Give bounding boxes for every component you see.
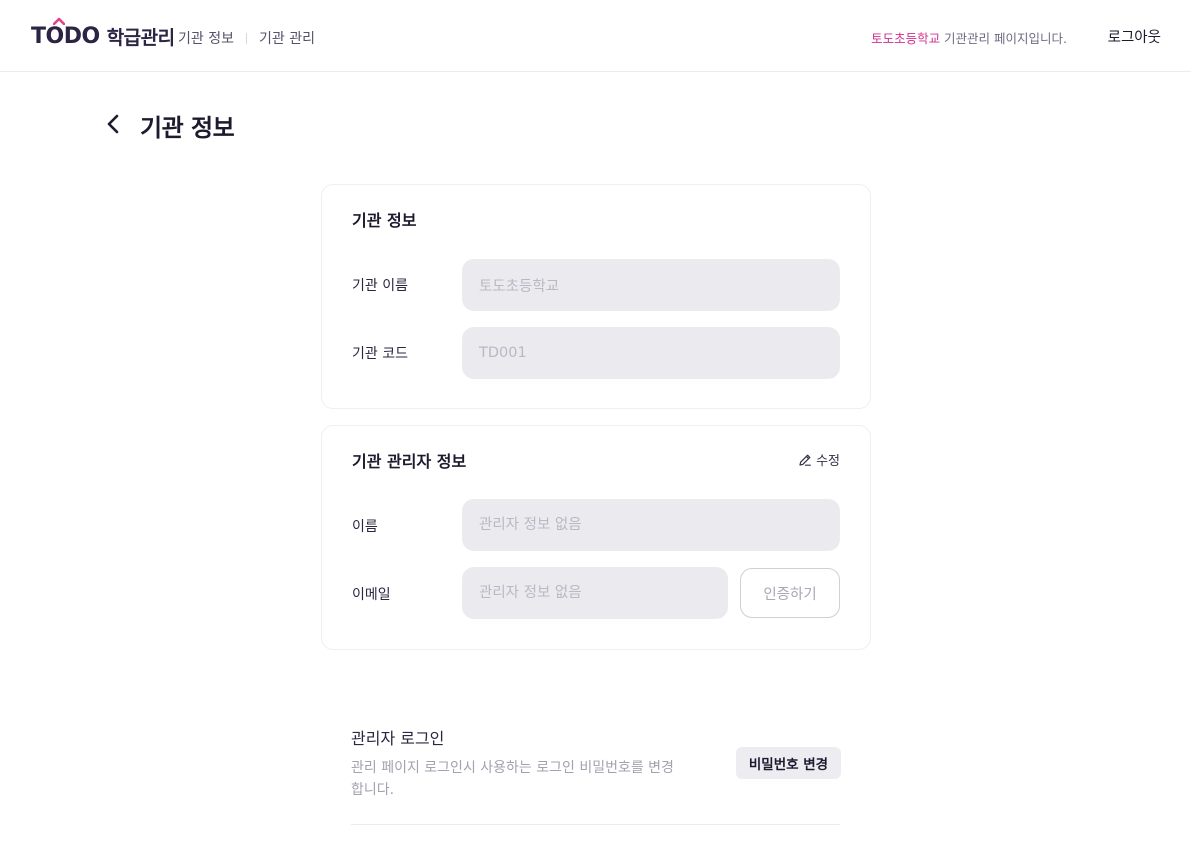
nav-institution-manage[interactable]: 기관 관리	[259, 28, 315, 48]
admin-name-field[interactable]	[462, 499, 840, 551]
admin-login-title: 관리자 로그인	[351, 729, 445, 748]
logo[interactable]: TODO 학급관리	[31, 17, 175, 54]
admin-email-field[interactable]	[462, 567, 728, 619]
edit-button[interactable]: 수정	[798, 450, 840, 469]
section-divider	[351, 824, 840, 825]
institution-name-field[interactable]	[462, 259, 840, 311]
logout-button[interactable]: 로그아웃	[1108, 26, 1161, 47]
logo-text: 학급관리	[106, 26, 175, 49]
admin-name-label: 이름	[352, 519, 378, 535]
verify-button[interactable]: 인증하기	[740, 568, 840, 618]
card-title: 기관 관리자 정보	[352, 452, 467, 471]
nav-institution-info[interactable]: 기관 정보	[178, 28, 234, 48]
header-notice: 토도초등학교 기관관리 페이지입니다.	[871, 28, 1067, 47]
institution-code-field[interactable]	[462, 327, 840, 379]
page-title: 기관 정보	[140, 114, 235, 142]
admin-info-card: 기관 관리자 정보 수정 이름 이메일 인증하기	[321, 425, 871, 650]
top-header: TODO 학급관리 기관 정보 기관 관리 토도초등학교 기관관리 페이지입니다…	[0, 0, 1191, 72]
logo-caret-icon	[53, 17, 65, 25]
institution-info-card: 기관 정보 기관 이름 기관 코드	[321, 184, 871, 409]
nav-divider	[245, 32, 247, 44]
pencil-icon	[799, 454, 811, 466]
admin-email-label: 이메일	[352, 587, 391, 603]
school-name: 토도초등학교	[871, 31, 941, 46]
notice-text: 기관관리 페이지입니다.	[940, 31, 1067, 46]
change-password-button[interactable]: 비밀번호 변경	[736, 747, 841, 779]
logo-mark: TODO	[31, 17, 100, 49]
institution-name-label: 기관 이름	[352, 278, 408, 294]
chevron-left-icon[interactable]	[101, 111, 125, 137]
header-nav: 기관 정보 기관 관리	[178, 28, 315, 48]
admin-login-description: 관리 페이지 로그인시 사용하는 로그인 비밀번호를 변경합니다.	[351, 760, 674, 798]
card-title: 기관 정보	[352, 211, 417, 230]
edit-label: 수정	[816, 454, 840, 469]
institution-code-label: 기관 코드	[352, 346, 408, 362]
